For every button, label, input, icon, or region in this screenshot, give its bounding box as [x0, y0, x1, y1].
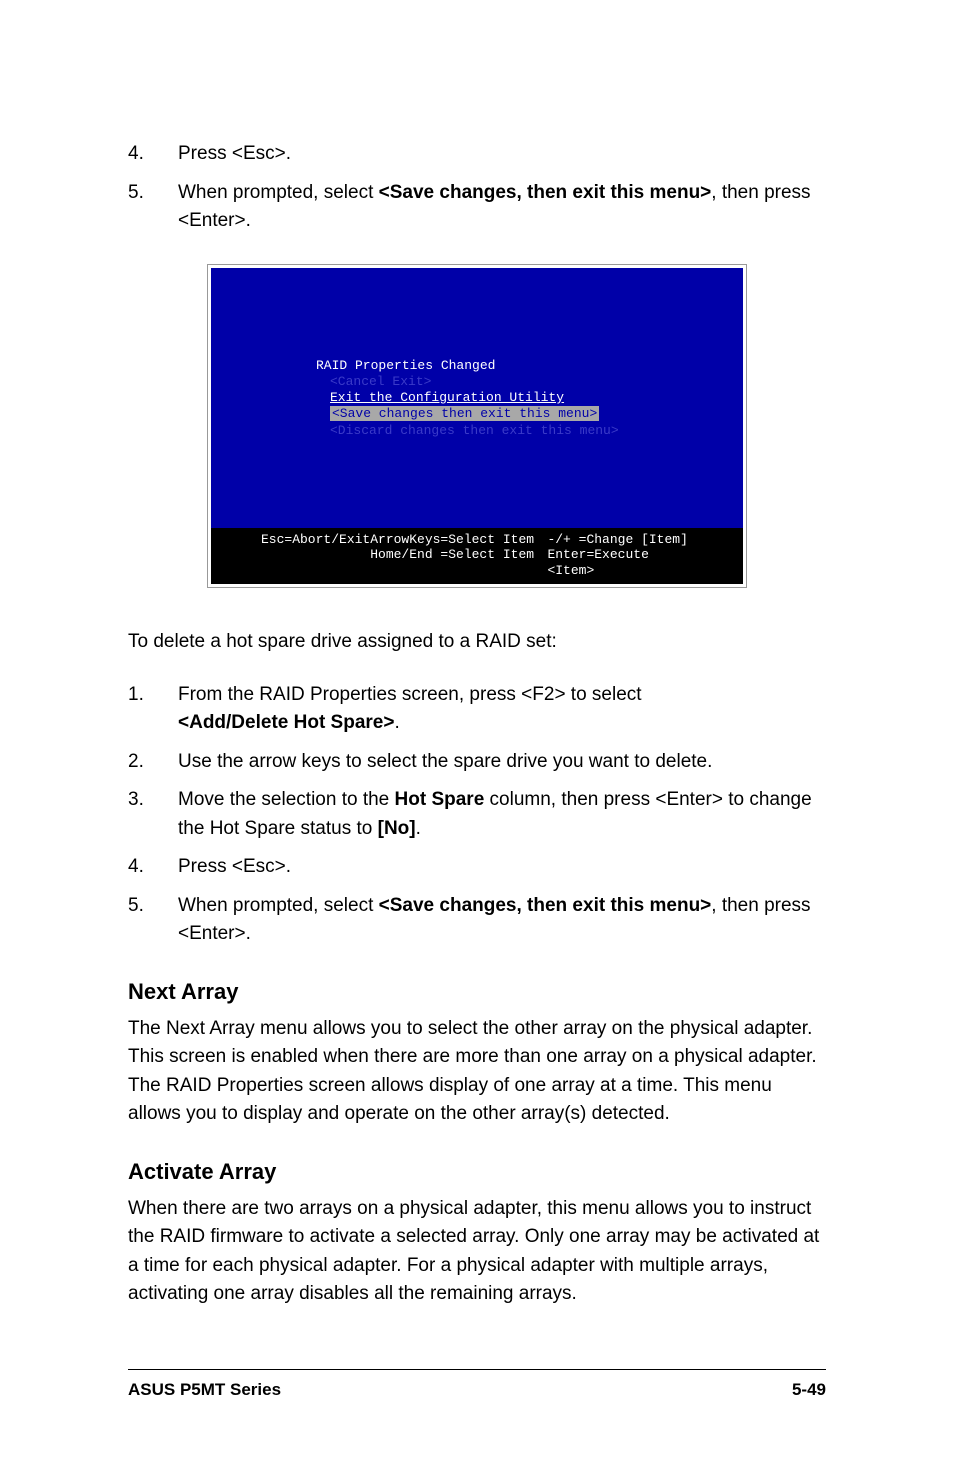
- bios-footer-col3: -/+ =Change [Item] Enter=Execute <Item>: [547, 532, 693, 579]
- step-text: Press <Esc>.: [178, 140, 826, 169]
- bios-option-cancel: <Cancel Exit>: [316, 374, 743, 390]
- step-text: When prompted, select <Save changes, the…: [178, 892, 826, 949]
- bios-footer-col1: Esc=Abort/Exit: [261, 532, 370, 579]
- bios-option-save-exit: <Save changes then exit this menu>: [316, 406, 743, 422]
- step-text: Press <Esc>.: [178, 853, 826, 882]
- delete-step-5: 5. When prompted, select <Save changes, …: [128, 892, 826, 949]
- steps-top-list: 4. Press <Esc>. 5. When prompted, select…: [128, 140, 826, 236]
- text-bold: <Save changes, then exit this menu>: [379, 182, 712, 203]
- screenshot-inner: RAID Properties Changed <Cancel Exit> Ex…: [211, 268, 743, 585]
- step-text: From the RAID Properties screen, press <…: [178, 681, 826, 738]
- text-b1: Hot Spare: [395, 789, 485, 810]
- delete-step-2: 2. Use the arrow keys to select the spar…: [128, 748, 826, 777]
- text-p3: .: [416, 818, 421, 839]
- text-prefix: When prompted, select: [178, 895, 379, 916]
- step-number: 3.: [128, 786, 178, 843]
- activate-array-body: When there are two arrays on a physical …: [128, 1195, 826, 1309]
- bios-footer-arrow: ArrowKeys=Select Item: [370, 532, 547, 548]
- step-text: When prompted, select <Save changes, the…: [178, 179, 826, 236]
- next-array-body: The Next Array menu allows you to select…: [128, 1015, 826, 1129]
- bios-footer-enter: Enter=Execute <Item>: [547, 547, 693, 578]
- step-number: 4.: [128, 853, 178, 882]
- text-bold: <Save changes, then exit this menu>: [379, 895, 712, 916]
- step-number: 2.: [128, 748, 178, 777]
- step-number: 1.: [128, 681, 178, 738]
- step-number: 5.: [128, 892, 178, 949]
- bios-screenshot: RAID Properties Changed <Cancel Exit> Ex…: [207, 264, 747, 589]
- text-b2: [No]: [378, 818, 416, 839]
- step-number: 5.: [128, 179, 178, 236]
- bios-blue-panel: RAID Properties Changed <Cancel Exit> Ex…: [211, 268, 743, 528]
- activate-array-title: Activate Array: [128, 1159, 826, 1185]
- step-text: Move the selection to the Hot Spare colu…: [178, 786, 826, 843]
- bios-footer-col2: ArrowKeys=Select Item Home/End =Select I…: [370, 532, 547, 579]
- text-bold: <Add/Delete Hot Spare>: [178, 712, 394, 733]
- delete-step-4: 4. Press <Esc>.: [128, 853, 826, 882]
- steps-delete-list: 1. From the RAID Properties screen, pres…: [128, 681, 826, 949]
- text-suffix: .: [394, 712, 399, 733]
- bios-footer: Esc=Abort/Exit ArrowKeys=Select Item Hom…: [211, 528, 743, 585]
- step-text: Use the arrow keys to select the spare d…: [178, 748, 826, 777]
- step-number: 4.: [128, 140, 178, 169]
- step-4-top: 4. Press <Esc>.: [128, 140, 826, 169]
- step-5-top: 5. When prompted, select <Save changes, …: [128, 179, 826, 236]
- bios-footer-home: Home/End =Select Item: [370, 547, 547, 563]
- page-footer: ASUS P5MT Series 5-49: [128, 1369, 826, 1400]
- delete-step-1: 1. From the RAID Properties screen, pres…: [128, 681, 826, 738]
- text-prefix: From the RAID Properties screen, press <…: [178, 684, 642, 705]
- bios-highlighted-text: <Save changes then exit this menu>: [330, 406, 599, 421]
- footer-right: 5-49: [792, 1380, 826, 1400]
- bios-option-discard: <Discard changes then exit this menu>: [316, 423, 743, 439]
- text-prefix: When prompted, select: [178, 182, 379, 203]
- delete-step-3: 3. Move the selection to the Hot Spare c…: [128, 786, 826, 843]
- bios-title: RAID Properties Changed: [316, 358, 743, 374]
- bios-footer-esc: Esc=Abort/Exit: [261, 532, 370, 548]
- bios-footer-change: -/+ =Change [Item]: [547, 532, 693, 548]
- next-array-title: Next Array: [128, 979, 826, 1005]
- bios-option-exit-util: Exit the Configuration Utility: [316, 390, 743, 406]
- delete-intro: To delete a hot spare drive assigned to …: [128, 628, 826, 657]
- text-p1: Move the selection to the: [178, 789, 395, 810]
- footer-left: ASUS P5MT Series: [128, 1380, 281, 1400]
